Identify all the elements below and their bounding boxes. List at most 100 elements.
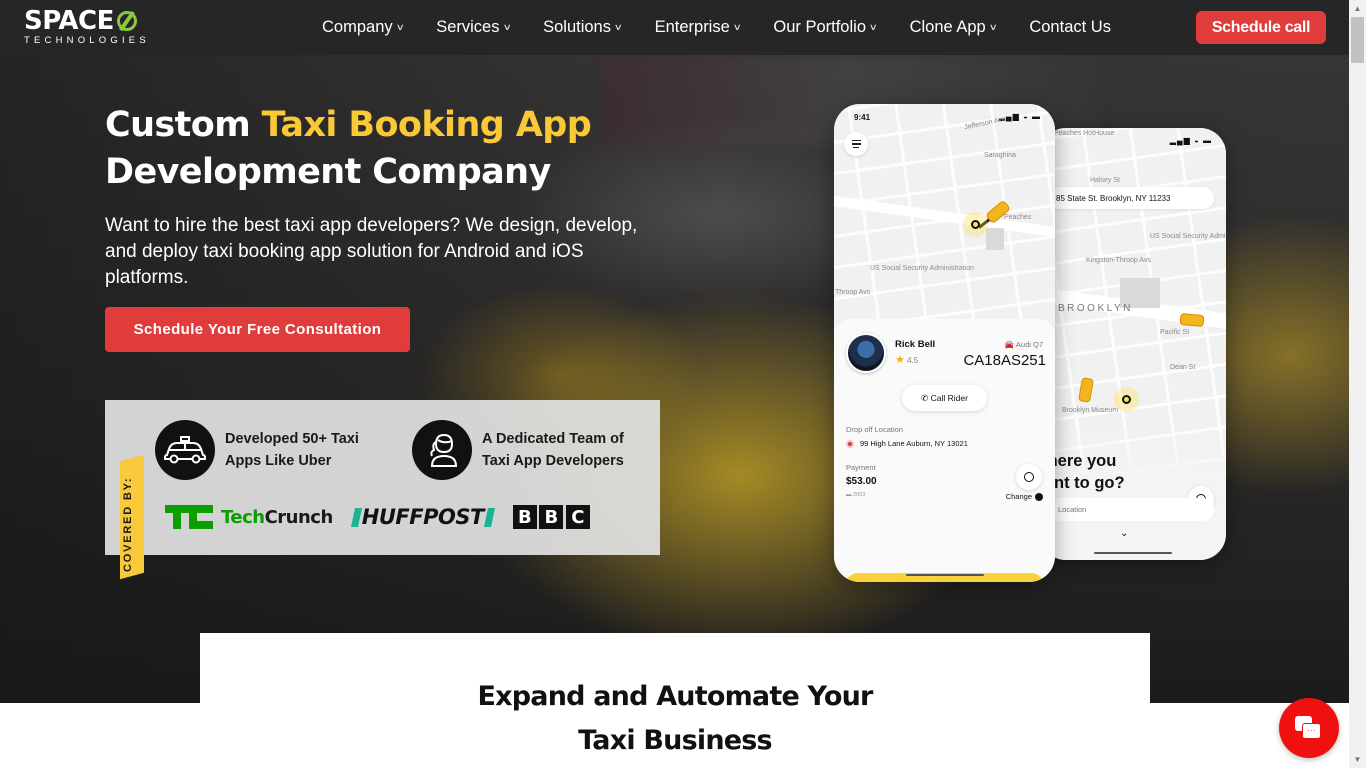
bbc-letter: B [539,505,564,529]
logo-o-symbol-icon [116,11,137,31]
highlights-panel: Developed 50+ Taxi Apps Like Uber A Dedi… [105,400,660,580]
chevron-down-icon: ∨ [988,22,998,32]
nav-item-clone-app[interactable]: Clone App ∨ [909,18,998,37]
map-label: US Social Security Administration [870,265,974,272]
chevron-down-icon: ∨ [613,22,623,32]
section-title-line: Taxi Business [578,725,772,756]
free-consultation-button[interactable]: Schedule Your Free Consultation [105,307,410,352]
hero-title: Custom Taxi Booking App Development Comp… [105,102,725,196]
payment-amount: $53.00 [846,476,877,487]
map-building [986,228,1004,250]
pickup-address-field[interactable]: 85 State St. Brooklyn, NY 11233 [1048,187,1214,209]
license-plate: CA18AS251 [963,352,1046,369]
credit-card-icon: ▬ [846,492,852,498]
logo-tagline: TECHNOLOGIES [24,35,150,46]
locate-me-button[interactable] [1016,464,1042,490]
driver-name: Rick Bell [895,339,936,350]
top-navigation: SPACE TECHNOLOGIES Company ∨ Services ∨ So… [0,0,1349,55]
hero-title-accent: Taxi Booking App [261,105,592,145]
hamburger-menu-icon[interactable] [844,132,868,156]
nav-item-label: Contact Us [1029,18,1111,36]
section-title-line: Expand and Automate Your [477,681,873,712]
hero-title-part: Custom [105,105,262,145]
payment-label: Payment [846,463,876,472]
nav-item-company[interactable]: Company ∨ [322,18,405,37]
home-indicator [905,573,984,576]
nav-item-solutions[interactable]: Solutions ∨ [543,18,623,37]
hero-description: Want to hire the best taxi app developer… [105,215,638,288]
ride-details-sheet: Rick Bell ★ 4.5 🚘 Audi Q7 CA18AS251 ✆ Ca… [834,319,1055,582]
car-model: 🚘 Audi Q7 [1005,340,1043,349]
company-logo[interactable]: SPACE TECHNOLOGIES [24,8,150,46]
map-label: Peaches [1004,214,1032,221]
map-label: Peaches HotHouse [1054,130,1115,137]
huffpost-logo: HUFFPOST [350,505,495,529]
taxi-car-icon [1179,312,1205,328]
change-label: Change [1005,492,1032,501]
press-logos: TechCrunch HUFFPOST B B C [165,505,592,529]
hero-section: Custom Taxi Booking App Development Comp… [0,55,1349,703]
map-label: Brooklyn Museum [1062,407,1119,414]
scrollbar-thumb[interactable] [1351,17,1364,63]
home-indicator [1094,551,1172,554]
map-label: US Social Security Administration [1150,233,1226,240]
star-icon: ★ [895,354,905,366]
nav-item-label: Our Portfolio [773,18,866,36]
card-last4: 2003 [853,492,866,498]
destination-input[interactable] [1048,498,1214,521]
map-label: Kingston-Throop Avs [1086,257,1151,264]
techcrunch-text: Tech [221,506,265,528]
nav-item-our-portfolio[interactable]: Our Portfolio ∨ [773,18,878,37]
chevron-right-icon [1035,492,1043,501]
nav-item-enterprise[interactable]: Enterprise ∨ [654,18,742,37]
main-menu: Company ∨ Services ∨ Solutions ∨ Enterprise… [322,0,1141,55]
bbc-letter: C [565,505,590,529]
nav-item-label: Enterprise [654,18,730,36]
driver-avatar [846,333,886,373]
map-label: Pacific St [1160,329,1190,336]
techcrunch-logo: TechCrunch [165,505,333,529]
section-title: Expand and Automate Your Taxi Business [200,675,1150,763]
pickup-marker-icon [1122,395,1131,404]
huffpost-text: HUFFPOST [361,505,485,529]
taxi-icon [155,420,215,480]
stat-text: A Dedicated Team of Taxi App Developers [482,431,624,469]
nav-item-label: Company [322,18,393,36]
chevron-down-icon[interactable]: ⌄ [1120,528,1128,539]
stat-item: A Dedicated Team of Taxi App Developers [412,420,642,480]
nav-item-label: Solutions [543,18,611,36]
driver-rating: ★ 4.5 [895,353,918,366]
payment-card: ▬ 2003 [846,492,865,498]
phone-mockup-destination: ▂▄▆ ◒ ▬ Peaches HotHouse Halsey St 85 St… [1040,128,1226,560]
page-scrollbar[interactable]: ▲ ▼ [1349,0,1366,768]
phone-mockup-ride: 9:41 ▂▄▆ ◒ ▬ Jefferson Ave Saraghina Pea… [834,104,1055,582]
drop-off-address-text: 99 High Lane Auburn, NY 13021 [860,439,968,448]
features-intro-card: Expand and Automate Your Taxi Business [200,633,1150,768]
status-bar-icons: ▂▄▆ ◒ ▬ [1169,136,1212,145]
techcrunch-mark-icon [165,505,213,529]
drop-off-label: Drop off Location [846,425,903,434]
phone-icon: ✆ [921,392,929,403]
map-label: Throop Avs [835,289,871,296]
nav-item-contact-us[interactable]: Contact Us [1029,18,1111,37]
nav-item-label: Clone App [909,18,986,36]
change-payment-link[interactable]: Change [1006,492,1043,501]
status-time: 9:41 [854,113,871,122]
nav-item-services[interactable]: Services ∨ [436,18,511,37]
map-label: Halsey St [1090,177,1120,184]
map-area-label: BROOKLYN [1058,303,1133,314]
logo-wordmark: SPACE [24,6,114,36]
chevron-down-icon: ∨ [395,22,405,32]
bbc-letter: B [512,505,537,529]
pickup-marker-icon [971,220,980,229]
map-label: Dean St [1170,364,1196,371]
live-chat-button[interactable]: ··· [1279,698,1339,758]
car-icon: 🚘 [1004,340,1015,349]
call-rider-label: Call Rider [930,393,968,403]
schedule-call-button[interactable]: Schedule call [1196,11,1326,44]
chevron-down-icon: ∨ [732,22,742,32]
scroll-down-arrow-icon[interactable]: ▼ [1349,751,1366,768]
car-model-text: Audi Q7 [1015,340,1043,349]
scroll-up-arrow-icon[interactable]: ▲ [1349,0,1366,17]
call-rider-button[interactable]: ✆ Call Rider [902,385,987,411]
